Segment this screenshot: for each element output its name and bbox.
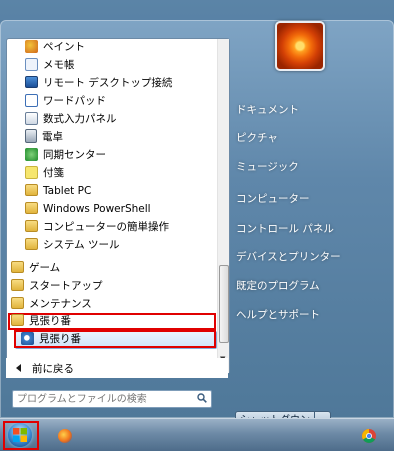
notepad-icon — [25, 57, 38, 71]
sync-center-icon — [25, 147, 38, 161]
search-icon[interactable] — [197, 393, 207, 403]
folder-icon — [25, 238, 38, 250]
folder-icon — [11, 297, 24, 309]
search-input[interactable] — [17, 392, 193, 406]
program-item-sticky-notes[interactable]: 付箋 — [25, 165, 64, 182]
program-label: 見張り番 — [39, 333, 81, 345]
sticky-notes-icon — [25, 165, 38, 179]
right-item-documents[interactable]: ドキュメント — [236, 101, 299, 119]
right-item-control-panel[interactable]: コントロール パネル — [236, 220, 334, 238]
program-label: コンピューターの簡単操作 — [43, 221, 169, 233]
program-label: Tablet PC — [43, 185, 92, 197]
remote-desktop-icon — [25, 76, 38, 88]
program-label: ワードパッド — [43, 95, 106, 107]
folder-icon — [25, 202, 38, 214]
paint-icon — [25, 39, 38, 53]
program-item-math-input[interactable]: 数式入力パネル — [25, 111, 117, 128]
program-item-sync-center[interactable]: 同期センター — [25, 147, 106, 164]
back-label: 前に戻る — [32, 363, 74, 375]
program-item-paint[interactable]: ペイント — [25, 39, 85, 56]
folder-item-ease-of-access[interactable]: コンピューターの簡単操作 — [25, 219, 169, 236]
program-label: リモート デスクトップ接続 — [43, 77, 173, 89]
program-label: メンテナンス — [29, 298, 92, 310]
programs-scrollbar[interactable]: ▼ — [217, 39, 229, 373]
program-label: 同期センター — [43, 149, 106, 161]
program-item-notepad[interactable]: メモ帳 — [25, 57, 75, 74]
mihariban-app-icon — [21, 331, 34, 345]
program-label: 数式入力パネル — [43, 113, 117, 125]
program-label: 付箋 — [43, 167, 64, 179]
start-menu: ペイント メモ帳 リモート デスクトップ接続 ワードパッド 数式入力パネル 電卓… — [0, 20, 394, 431]
folder-icon — [25, 184, 38, 196]
math-input-icon — [25, 111, 38, 125]
program-label: Windows PowerShell — [43, 203, 151, 215]
start-button-highlight-frame — [3, 421, 39, 450]
user-picture[interactable] — [275, 21, 325, 71]
program-label: メモ帳 — [43, 59, 75, 71]
taskbar — [0, 418, 394, 451]
programs-list: ペイント メモ帳 リモート デスクトップ接続 ワードパッド 数式入力パネル 電卓… — [7, 39, 217, 373]
folder-item-startup[interactable]: スタートアップ — [11, 278, 103, 295]
folder-item-powershell[interactable]: Windows PowerShell — [25, 201, 151, 218]
folder-item-system-tools[interactable]: システム ツール — [25, 237, 120, 254]
program-label: ゲーム — [29, 262, 61, 274]
wordpad-icon — [25, 93, 38, 107]
program-label: ペイント — [43, 41, 85, 53]
back-button[interactable]: 前に戻る — [6, 358, 228, 378]
folder-icon — [11, 261, 24, 273]
chrome-icon[interactable] — [362, 429, 376, 443]
folder-item-maintenance[interactable]: メンテナンス — [11, 296, 92, 313]
folder-item-mihariban[interactable]: 見張り番 — [11, 313, 71, 330]
scrollbar-thumb[interactable] — [219, 265, 229, 343]
program-item-wordpad[interactable]: ワードパッド — [25, 93, 106, 110]
programs-pane: ペイント メモ帳 リモート デスクトップ接続 ワードパッド 数式入力パネル 電卓… — [6, 38, 230, 374]
folder-item-tablet-pc[interactable]: Tablet PC — [25, 183, 91, 200]
program-label: スタートアップ — [29, 280, 103, 292]
back-arrow-icon — [16, 364, 21, 372]
program-label: 電卓 — [42, 131, 63, 143]
folder-icon — [11, 314, 24, 326]
folder-icon — [25, 220, 38, 232]
folder-icon — [11, 279, 24, 291]
program-item-remote-desktop[interactable]: リモート デスクトップ接続 — [25, 75, 172, 92]
right-item-computer[interactable]: コンピューター — [236, 190, 310, 208]
program-label: システム ツール — [43, 239, 120, 251]
right-item-devices-printers[interactable]: デバイスとプリンター — [236, 248, 341, 266]
right-item-pictures[interactable]: ピクチャ — [236, 129, 278, 147]
program-item-mihariban[interactable]: 見張り番 — [21, 331, 81, 348]
program-label: 見張り番 — [29, 315, 71, 327]
right-item-default-programs[interactable]: 既定のプログラム — [236, 277, 320, 295]
calculator-icon — [25, 129, 37, 143]
right-item-music[interactable]: ミュージック — [236, 158, 299, 176]
folder-item-games[interactable]: ゲーム — [11, 260, 60, 277]
firefox-icon[interactable] — [58, 429, 72, 443]
search-box[interactable] — [12, 390, 212, 408]
right-item-help-support[interactable]: ヘルプとサポート — [236, 306, 320, 324]
program-item-calculator[interactable]: 電卓 — [25, 129, 63, 146]
